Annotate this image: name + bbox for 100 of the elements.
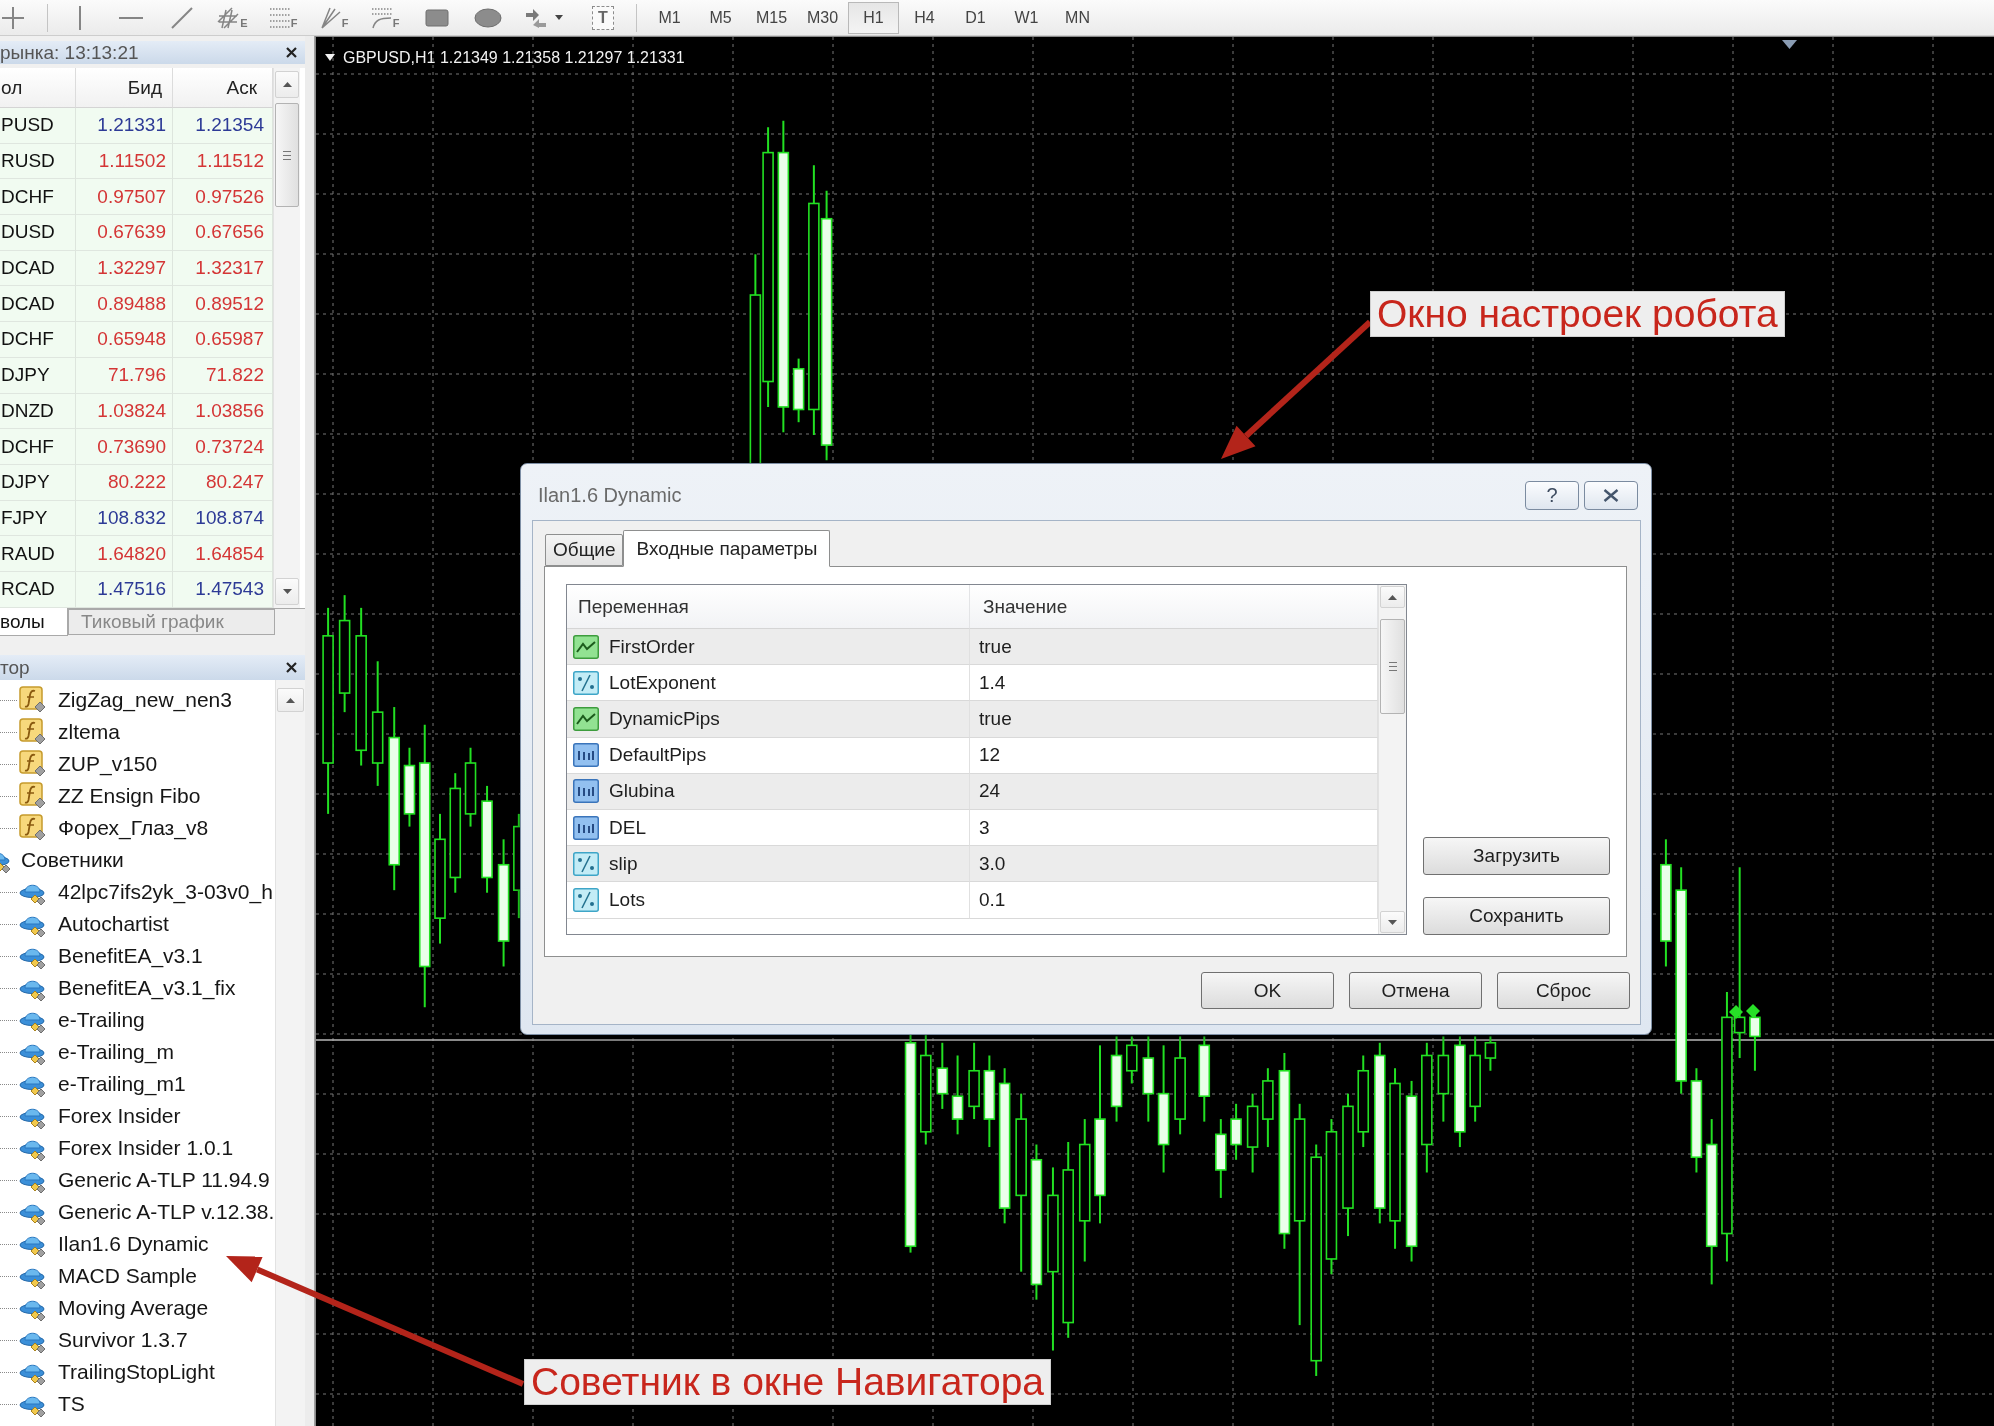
scroll-down-button[interactable] (275, 578, 299, 605)
fibonacci-tool[interactable]: F (258, 1, 309, 34)
scroll-thumb[interactable] (275, 103, 299, 207)
tree-item[interactable]: BenefitEA_v3.1_fix (58, 974, 236, 1002)
ask-cell: 71.822 (173, 357, 273, 394)
tree-item[interactable]: ZZ Ensign Fibo (58, 782, 201, 810)
scroll-up-button[interactable] (275, 71, 299, 98)
tree-item[interactable]: Forex Insider 1.0.1 (58, 1134, 234, 1162)
up-arrow-icon (1388, 594, 1397, 600)
channel-tool[interactable]: E (207, 1, 258, 34)
tree-item[interactable]: ZUP_v150 (58, 750, 158, 778)
number-icon (573, 743, 599, 768)
tree-item[interactable]: BenefitEA_v3.1 (58, 942, 203, 970)
table-cell[interactable]: 3 (970, 809, 1378, 847)
timeframe-button[interactable]: H4 (899, 1, 950, 34)
tree-item[interactable]: Generic A-TLP v.12.38. (58, 1198, 275, 1226)
tree-item[interactable]: ZigZag_new_nen3 (58, 686, 232, 714)
annotation-label: Окно настроек робота (1370, 291, 1785, 337)
bid-cell: 1.32297 (76, 250, 173, 287)
table-cell[interactable]: 24 (970, 773, 1378, 810)
vertical-line-icon (77, 5, 82, 30)
tab[interactable]: волы (0, 608, 68, 636)
column-header[interactable]: ол (0, 68, 76, 108)
tree-item[interactable]: Survivor 1.3.7 (58, 1326, 188, 1354)
tree-item[interactable]: zltema (58, 718, 120, 746)
timeframe-button[interactable]: D1 (950, 1, 1001, 34)
scroll-up-button[interactable] (1380, 586, 1405, 608)
table-cell[interactable]: 0.1 (970, 882, 1378, 919)
column-header[interactable]: Переменная (567, 585, 970, 629)
table-cell[interactable]: 1.4 (970, 665, 1378, 702)
triangle-marker-icon (1782, 40, 1797, 49)
text-tool[interactable]: T (592, 5, 614, 30)
fraction-icon (573, 887, 599, 912)
tree-item[interactable]: MACD Sample (58, 1262, 197, 1290)
tree-item[interactable]: Moving Average (58, 1294, 209, 1322)
annotation-label: Советник в окне Навигатора (524, 1359, 1052, 1405)
ask-cell: 0.65987 (173, 322, 273, 358)
candlestick (792, 357, 805, 424)
column-header[interactable]: Бид (76, 68, 173, 108)
fraction-icon (573, 670, 599, 695)
gann-tool[interactable]: F (309, 1, 360, 34)
table-cell[interactable]: true (970, 701, 1378, 738)
help-button[interactable]: ? (1525, 480, 1579, 510)
tab[interactable]: Общие (545, 534, 624, 566)
symbol-cell: DCHF (0, 429, 76, 465)
close-icon[interactable] (286, 47, 297, 58)
chart-title: GBPUSD,H1 1.21349 1.21358 1.21297 1.21331 (343, 49, 685, 67)
tree-item[interactable]: e-Trailing_m1 (58, 1070, 186, 1098)
tab[interactable]: Входные параметры (623, 530, 831, 567)
tree-item[interactable]: e-Trailing (58, 1006, 145, 1034)
timeframe-button[interactable]: MN (1052, 1, 1103, 34)
timeframe-button[interactable]: H1 (848, 1, 899, 34)
timeframe-button[interactable]: M15 (746, 1, 797, 34)
bid-cell: 1.47516 (76, 571, 173, 608)
scroll-up-button[interactable] (277, 688, 304, 712)
column-header[interactable]: Значение (970, 585, 1378, 629)
scrollbar[interactable] (275, 680, 305, 1426)
timeframe-button[interactable]: M1 (644, 1, 695, 34)
scrollbar[interactable] (273, 68, 300, 608)
tree-item[interactable]: TS (58, 1390, 85, 1418)
tree-item[interactable]: TrailingStopLight (58, 1358, 215, 1386)
cancel-button[interactable]: Отмена (1349, 972, 1482, 1009)
tree-item[interactable]: Forex Insider (58, 1102, 181, 1130)
arrows-icon (525, 7, 547, 28)
scroll-down-button[interactable] (1380, 911, 1405, 933)
table-cell[interactable]: 12 (970, 737, 1378, 774)
tree-item[interactable]: Ilan1.6 Dynamic (58, 1230, 209, 1258)
tree-item[interactable]: Generic A-TLP 11.94.9 (58, 1166, 270, 1194)
number-icon (573, 779, 599, 804)
tree-item[interactable]: Форех_Глаз_v8 (58, 814, 209, 842)
ask-cell: 1.47543 (173, 571, 273, 608)
tree-item[interactable]: Советники (21, 846, 124, 874)
table-cell[interactable]: 3.0 (970, 846, 1378, 883)
fraction-icon (573, 851, 599, 876)
scroll-thumb[interactable] (1380, 619, 1405, 714)
rectangle-icon (424, 8, 449, 27)
fan-lines-icon (320, 6, 341, 29)
tree-item[interactable]: Autochartist (58, 910, 169, 938)
scrollbar[interactable] (1378, 585, 1406, 934)
ask-cell: 1.03856 (173, 393, 273, 430)
close-button[interactable] (1584, 480, 1638, 510)
ok-button[interactable]: OK (1201, 972, 1334, 1009)
timeframe-button[interactable]: M30 (797, 1, 848, 34)
tree-item[interactable]: 42lpc7ifs2yk_3-03v0_h (58, 878, 273, 906)
table-cell[interactable]: true (970, 629, 1378, 666)
tree-item[interactable]: e-Trailing_m (58, 1038, 174, 1066)
symbol-cell: DCAD (0, 250, 76, 287)
timeframe-button[interactable]: W1 (1001, 1, 1052, 34)
column-header[interactable]: Аск (173, 68, 273, 108)
reset-button[interactable]: Сброс (1497, 972, 1630, 1009)
parameter-name: Glubina (609, 780, 675, 803)
save-button[interactable]: Сохранить (1423, 897, 1610, 935)
ask-cell: 0.97526 (173, 179, 273, 216)
load-button[interactable]: Загрузить (1423, 837, 1610, 875)
timeframe-button[interactable]: M5 (695, 1, 746, 34)
hatched-channel-icon (217, 6, 240, 29)
fan-tool[interactable]: F (360, 1, 411, 34)
ask-cell: 108.874 (173, 500, 273, 537)
symbol-cell: DJPY (0, 464, 76, 501)
close-icon[interactable] (286, 662, 297, 673)
